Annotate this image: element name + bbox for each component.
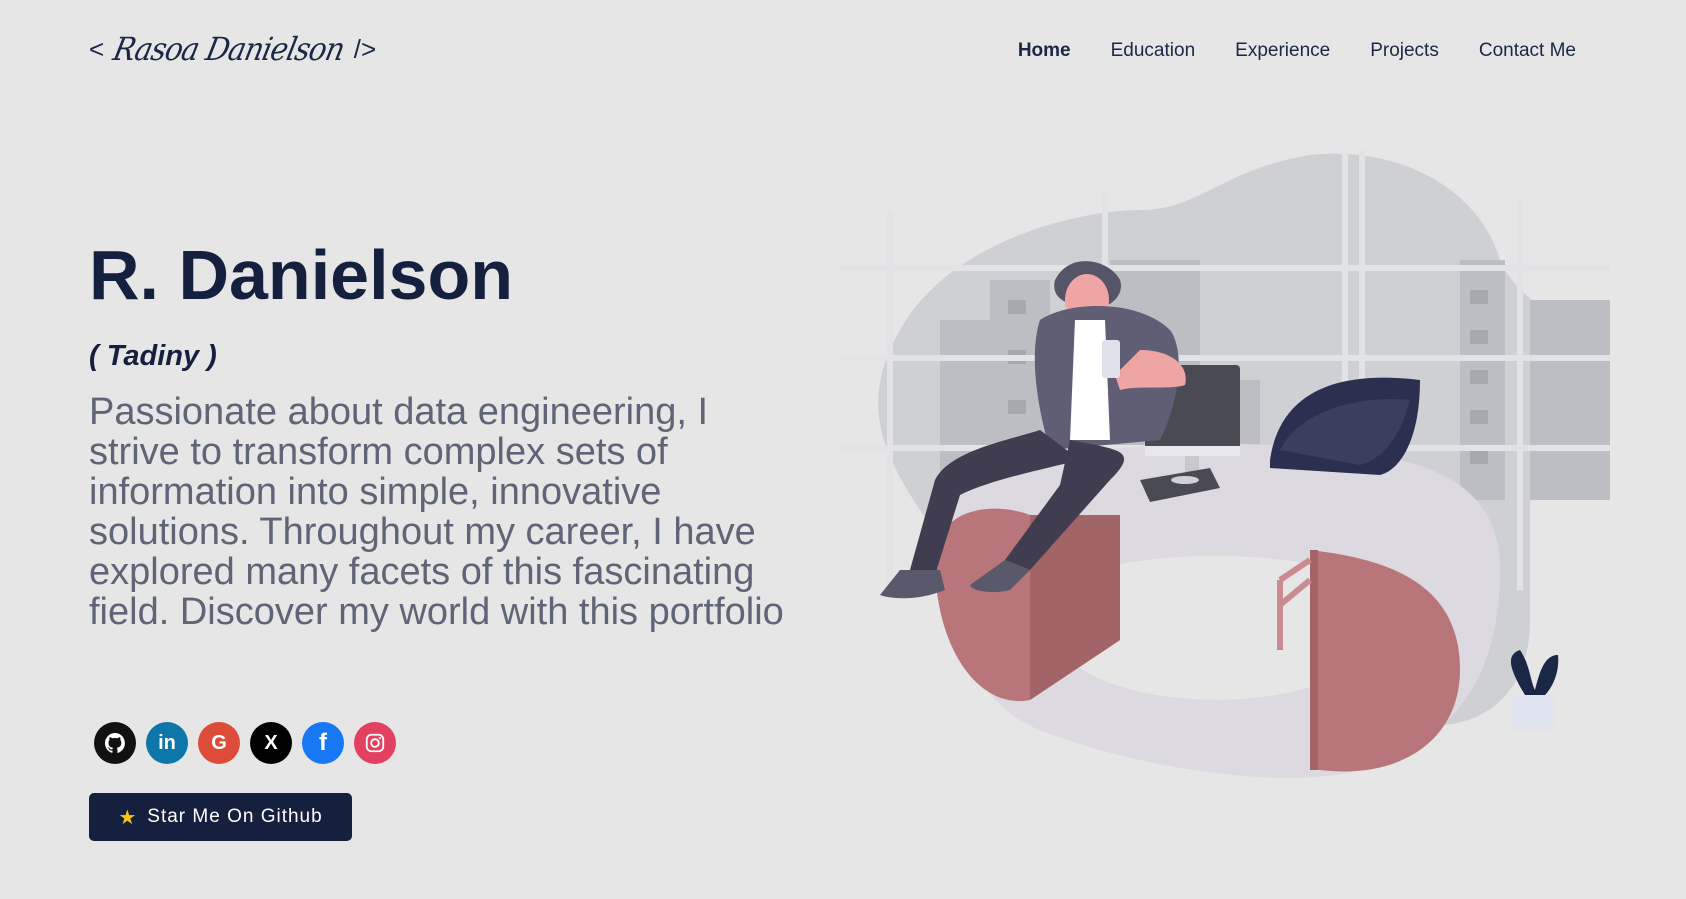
x-icon[interactable]: X — [250, 722, 292, 764]
google-icon[interactable]: G — [198, 722, 240, 764]
instagram-icon[interactable] — [354, 722, 396, 764]
potted-plant — [1510, 650, 1559, 730]
star-icon: ★ — [118, 806, 138, 829]
hero-subtitle: ( Tadiny ) — [89, 340, 217, 372]
x-glyph: X — [264, 731, 278, 754]
star-on-github-button[interactable]: ★ Star Me On Github — [89, 793, 352, 841]
developer-desk-illustration — [840, 150, 1610, 778]
logo-close-bracket: /> — [353, 33, 377, 64]
star-button-label: Star Me On Github — [147, 806, 323, 827]
hero-text: R. Danielson ( Tadiny ) Passionate about… — [89, 230, 789, 632]
nav-home[interactable]: Home — [1018, 34, 1071, 68]
page: < Rasoa Danielson /> Home Education Expe… — [0, 0, 1686, 899]
nav-contact-me[interactable]: Contact Me — [1479, 34, 1576, 68]
main-nav: Home Education Experience Projects Conta… — [1018, 34, 1576, 68]
google-glyph: G — [211, 731, 227, 754]
instagram-glyph — [365, 733, 385, 753]
facebook-icon[interactable]: f — [302, 722, 344, 764]
github-glyph — [105, 733, 125, 753]
facebook-glyph: f — [319, 729, 327, 756]
github-icon[interactable] — [94, 722, 136, 764]
logo-open-bracket: < — [89, 33, 105, 64]
nav-education[interactable]: Education — [1111, 34, 1196, 68]
hero-description: Passionate about data engineering, I str… — [89, 391, 784, 633]
logo-signature: Rasoa Danielson — [110, 30, 348, 68]
hero-title: R. Danielson — [89, 236, 513, 314]
nav-experience[interactable]: Experience — [1235, 34, 1330, 68]
linkedin-glyph: in — [158, 731, 176, 754]
linkedin-icon[interactable]: in — [146, 722, 188, 764]
logo-link[interactable]: < Rasoa Danielson /> — [89, 24, 376, 74]
nav-projects[interactable]: Projects — [1370, 34, 1439, 68]
social-links: in G X f — [94, 722, 396, 764]
